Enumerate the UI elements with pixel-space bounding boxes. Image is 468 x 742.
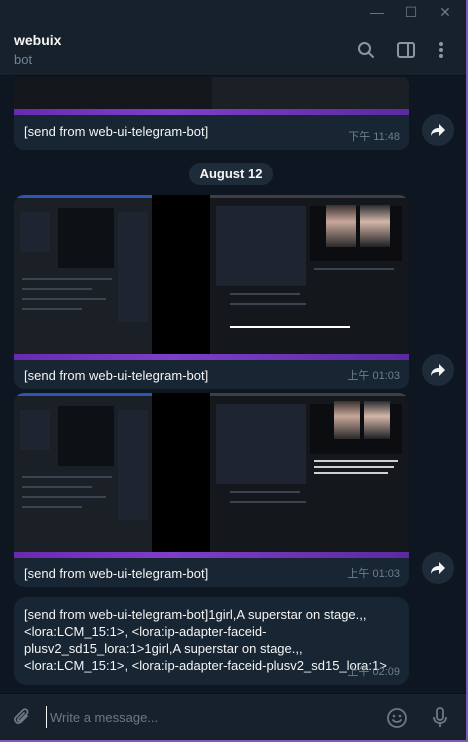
forward-button[interactable] (422, 114, 454, 146)
microphone-icon[interactable] (428, 706, 452, 730)
message-input[interactable] (46, 706, 366, 728)
close-button[interactable]: ✕ (430, 2, 460, 22)
date-separator: August 12 (189, 163, 273, 185)
message-bubble[interactable]: [send from web-ui-telegram-bot] 上午 01:03 (14, 195, 409, 389)
sidebar-toggle-icon[interactable] (394, 38, 418, 62)
attach-icon[interactable] (10, 706, 34, 730)
minimize-button[interactable]: — (362, 2, 392, 22)
chat-header[interactable]: webuix bot (0, 24, 466, 76)
message-list[interactable]: [send from web-ui-telegram-bot] 下午 11:48… (0, 77, 466, 693)
message-bubble[interactable]: [send from web-ui-telegram-bot] 上午 01:03 (14, 393, 409, 587)
more-vertical-icon[interactable] (429, 38, 453, 62)
share-arrow-icon (431, 124, 445, 136)
minimize-icon: — (370, 4, 384, 20)
forward-button[interactable] (422, 354, 454, 386)
message-time: 上午 01:03 (347, 370, 400, 382)
maximize-button[interactable]: ☐ (396, 2, 426, 22)
share-arrow-icon (431, 562, 445, 574)
message-time: 下午 11:48 (348, 131, 400, 143)
message-composer (0, 693, 466, 740)
message-bubble[interactable]: [send from web-ui-telegram-bot] 下午 11:48 (14, 77, 409, 150)
emoji-icon[interactable] (385, 706, 409, 730)
message-image[interactable] (14, 393, 409, 558)
message-time: 上午 01:03 (347, 568, 400, 580)
window-titlebar: — ☐ ✕ (0, 0, 466, 24)
forward-button[interactable] (422, 552, 454, 584)
close-icon: ✕ (439, 3, 451, 20)
message-image[interactable] (14, 195, 409, 360)
share-arrow-icon (431, 364, 445, 376)
search-icon[interactable] (354, 38, 378, 62)
message-time: 上午 02:09 (347, 666, 400, 678)
chat-title[interactable]: webuix (14, 32, 61, 48)
chat-subtitle: bot (14, 52, 33, 67)
message-bubble[interactable]: [send from web-ui-telegram-bot]1girl,A s… (14, 597, 409, 685)
message-image[interactable] (14, 77, 409, 115)
maximize-icon: ☐ (404, 3, 418, 20)
